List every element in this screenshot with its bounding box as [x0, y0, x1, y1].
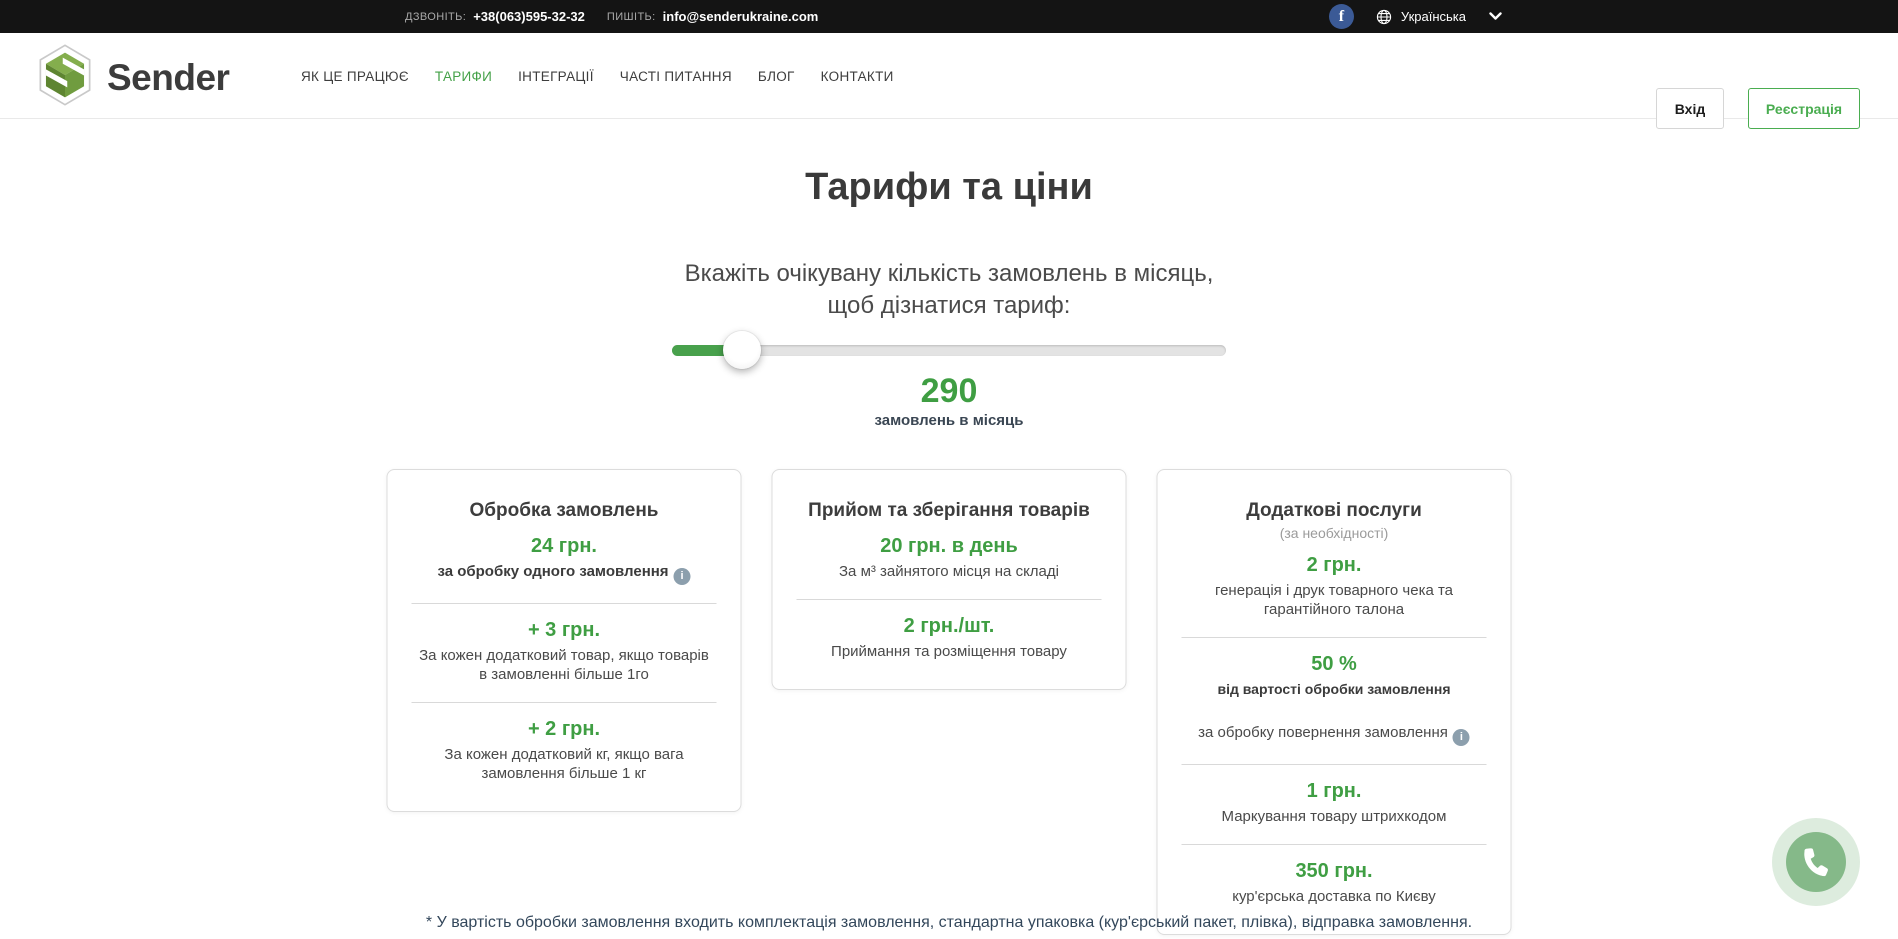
brand-name: Sender [107, 57, 229, 99]
topbar-right: f Українська [1329, 4, 1502, 29]
chevron-down-icon [1489, 12, 1502, 21]
pricing-cards: Обробка замовлень 24 грн. за обробку одног… [387, 469, 1512, 935]
card-title: Додаткові послуги [1176, 500, 1493, 522]
price-caption: кур'єрська доставка по Києву [1176, 887, 1493, 906]
email-address[interactable]: info@senderukraine.com [663, 9, 819, 24]
price-value: 1 грн. [1176, 780, 1493, 803]
info-icon[interactable]: i [674, 568, 691, 585]
phone-contact: ДЗВОНІТЬ: +38(063)595-32-32 [405, 9, 585, 24]
orders-count-label: замовлень в місяць [0, 412, 1898, 429]
login-button[interactable]: Вхід [1656, 88, 1724, 129]
call-label: ДЗВОНІТЬ: [405, 11, 466, 23]
price-caption-bold: від вартості обробки замовлення [1176, 680, 1493, 699]
nav-item[interactable]: ЧАСТІ ПИТАННЯ [607, 69, 745, 84]
page: ДЗВОНІТЬ: +38(063)595-32-32 ПИШІТЬ: info… [0, 0, 1898, 939]
phone-icon [1786, 832, 1846, 892]
main-nav: ЯК ЦЕ ПРАЦЮЄ ТАРИФИ ІНТЕГРАЦІЇ ЧАСТІ ПИТ… [288, 33, 907, 119]
price-value: 24 грн. [406, 535, 723, 558]
pricing-card: Додаткові послуги(за необхідності)2 грн.… [1157, 469, 1512, 935]
topbar-content: ДЗВОНІТЬ: +38(063)595-32-32 ПИШІТЬ: info… [405, 0, 1502, 33]
email-contact: ПИШІТЬ: info@senderukraine.com [607, 9, 818, 24]
price-block: 2 грн./шт. Приймання та розміщення товару [791, 602, 1108, 665]
nav-item[interactable]: ЯК ЦЕ ПРАЦЮЄ [288, 69, 422, 84]
nav-item[interactable]: КОНТАКТИ [808, 69, 907, 84]
price-block: 24 грн. за обробку одного замовленняi [406, 522, 723, 589]
price-value: + 3 грн. [406, 619, 723, 642]
card-divider [797, 599, 1102, 600]
price-block: 350 грн. кур'єрська доставка по Києву [1176, 847, 1493, 910]
card-divider [1182, 764, 1487, 765]
card-divider [1182, 637, 1487, 638]
slider-handle[interactable] [723, 331, 761, 369]
footnote: * У вартість обробки замовлення входить … [0, 914, 1898, 932]
price-value: 2 грн./шт. [791, 615, 1108, 638]
write-label: ПИШІТЬ: [607, 11, 656, 23]
price-block: 20 грн. в день За м³ зайнятого місця на с… [791, 522, 1108, 585]
card-divider [1182, 844, 1487, 845]
price-caption: генерація і друк товарного чека та гаран… [1176, 581, 1493, 619]
facebook-icon[interactable]: f [1329, 4, 1354, 29]
globe-icon [1376, 9, 1392, 25]
contacts: ДЗВОНІТЬ: +38(063)595-32-32 ПИШІТЬ: info… [405, 9, 818, 24]
price-value: 20 грн. в день [791, 535, 1108, 558]
language-selector[interactable]: Українська [1376, 9, 1502, 25]
brand-logo[interactable]: Sender [37, 43, 229, 112]
price-block: 2 грн. генерація і друк товарного чека та… [1176, 541, 1493, 623]
call-fab[interactable] [1772, 818, 1860, 906]
slider-prompt: Вкажіть очікувану кількість замовлень в … [0, 258, 1898, 322]
card-divider [412, 603, 717, 604]
language-label: Українська [1401, 9, 1466, 24]
nav-item[interactable]: ТАРИФИ [422, 69, 505, 84]
price-value: 50 % [1176, 653, 1493, 676]
info-icon[interactable]: i [1453, 729, 1470, 746]
pricing-card: Прийом та зберігання товарів20 грн. в де… [772, 469, 1127, 690]
price-value: 2 грн. [1176, 554, 1493, 577]
price-block: 50 % від вартості обробки замовлення за об… [1176, 640, 1493, 750]
header: Sender ЯК ЦЕ ПРАЦЮЄ ТАРИФИ ІНТЕГРАЦІЇ ЧА… [0, 33, 1898, 119]
topbar: ДЗВОНІТЬ: +38(063)595-32-32 ПИШІТЬ: info… [0, 0, 1898, 33]
phone-number[interactable]: +38(063)595-32-32 [473, 9, 585, 24]
pricing-card: Обробка замовлень 24 грн. за обробку одног… [387, 469, 742, 812]
orders-slider[interactable] [672, 345, 1226, 356]
price-block: + 2 грн. За кожен додатковий кг, якщо ваг… [406, 705, 723, 787]
card-divider [412, 702, 717, 703]
price-caption-extra: за обробку повернення замовленняi [1176, 723, 1493, 746]
price-caption: За м³ зайнятого місця на складі [791, 562, 1108, 581]
logo-icon [37, 43, 93, 112]
nav-item[interactable]: БЛОГ [745, 69, 808, 84]
price-caption: Маркування товару штрихкодом [1176, 807, 1493, 826]
price-caption: За кожен додатковий товар, якщо товарів … [406, 646, 723, 684]
page-title: Тарифи та ціни [0, 166, 1898, 209]
price-value: + 2 грн. [406, 718, 723, 741]
price-caption: За кожен додатковий кг, якщо вага замовл… [406, 745, 723, 783]
price-caption: Приймання та розміщення товару [791, 642, 1108, 661]
price-block: + 3 грн. За кожен додатковий товар, якщо … [406, 606, 723, 688]
orders-count: 290 [0, 372, 1898, 411]
price-value: 350 грн. [1176, 860, 1493, 883]
card-title: Обробка замовлень [406, 500, 723, 522]
register-button[interactable]: Реєстрація [1748, 88, 1860, 129]
card-subtitle: (за необхідності) [1176, 525, 1493, 541]
card-title: Прийом та зберігання товарів [791, 500, 1108, 522]
price-caption-bold: за обробку одного замовленняi [406, 562, 723, 585]
nav-item[interactable]: ІНТЕГРАЦІЇ [505, 69, 607, 84]
price-block: 1 грн. Маркування товару штрихкодом [1176, 767, 1493, 830]
